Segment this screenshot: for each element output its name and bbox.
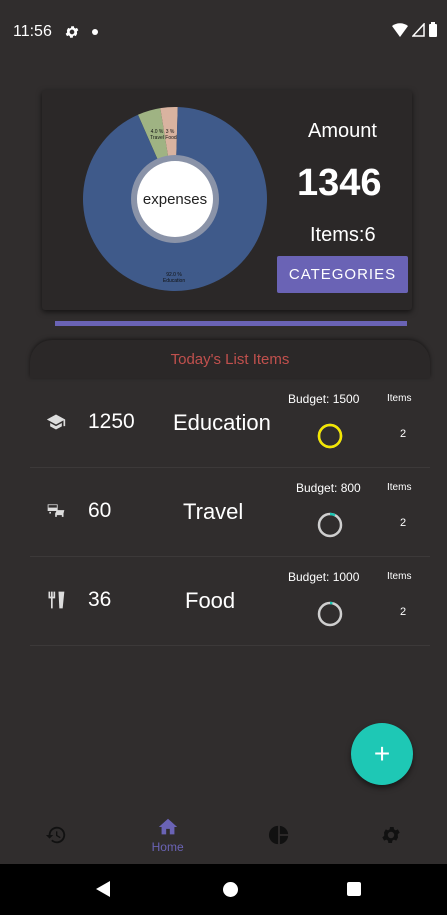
ring-progress [317,423,343,449]
item-items-label: Items [387,482,412,493]
pie-chart-icon [269,825,289,845]
donut-center-label: expenses [143,191,207,208]
bottom-nav: Home [0,806,447,864]
settings-icon [382,827,400,843]
item-amount: 60 [88,499,112,522]
item-items-count: 2 [400,606,407,618]
list-item-travel[interactable]: 60 Travel Budget: 800 Items 2 [30,469,430,557]
item-budget: Budget: 800 [296,481,361,495]
nav-item-history[interactable] [0,806,112,864]
item-budget: Budget: 1500 [288,392,360,406]
categories-button[interactable]: CATEGORIES [277,256,408,293]
item-items-count: 2 [400,517,407,529]
status-time: 11:56 [13,23,52,40]
settings-notification-icon [65,26,79,38]
graduation-cap-icon [46,414,66,430]
notification-dot-icon [91,29,98,35]
item-items-label: Items [387,571,412,582]
item-category: Travel [183,499,244,524]
budget-progress-ring [317,512,343,538]
list-header-title: Today's List Items [170,350,290,368]
items-count: Items:6 [310,224,376,246]
nav-item-settings[interactable] [335,806,447,864]
item-category: Food [185,588,236,613]
bus-car-icon [47,504,65,517]
item-amount: 36 [88,588,112,611]
battery-icon [429,22,437,37]
nav-item-home[interactable]: Home [112,806,224,864]
slice-label-food: Food [165,135,177,141]
item-items-count: 2 [400,428,407,440]
system-nav-bar [0,864,447,915]
wifi-icon [392,22,408,37]
list-header: Today's List Items [30,340,430,378]
list-item-education[interactable]: 1250 Education Budget: 1500 Items 2 [30,380,430,468]
utensils-icon [48,591,65,609]
item-amount: 1250 [88,410,135,433]
add-expense-button[interactable]: + [351,723,413,785]
back-icon[interactable] [96,881,110,897]
home-icon [158,818,177,835]
add-icon: + [373,738,391,769]
item-items-label: Items [387,393,412,404]
ring-track [317,601,343,627]
slice-label-education: Education [163,278,185,284]
history-icon [45,826,66,844]
progress-divider [55,321,407,326]
list-item-food[interactable]: 36 Food Budget: 1000 Items 2 [30,558,430,646]
budget-progress-ring [317,423,343,449]
summary-card: expenses 92.0 % Education 4.0 % Travel 3… [42,90,412,310]
slice-label-travel: Travel [150,135,164,141]
signal-icon [412,22,425,37]
ring-track [317,512,343,538]
amount-value: 1346 [297,162,382,204]
nav-item-stats[interactable] [224,806,336,864]
budget-progress-ring [317,601,343,627]
amount-label: Amount [308,120,377,142]
status-bar: 11:56 [0,0,447,64]
home-system-icon[interactable] [223,882,238,897]
item-budget: Budget: 1000 [288,570,360,584]
item-category: Education [173,410,271,435]
expenses-donut-chart: expenses 92.0 % Education 4.0 % Travel 3… [83,107,268,291]
recents-icon[interactable] [347,882,361,896]
nav-label-home: Home [151,840,184,854]
